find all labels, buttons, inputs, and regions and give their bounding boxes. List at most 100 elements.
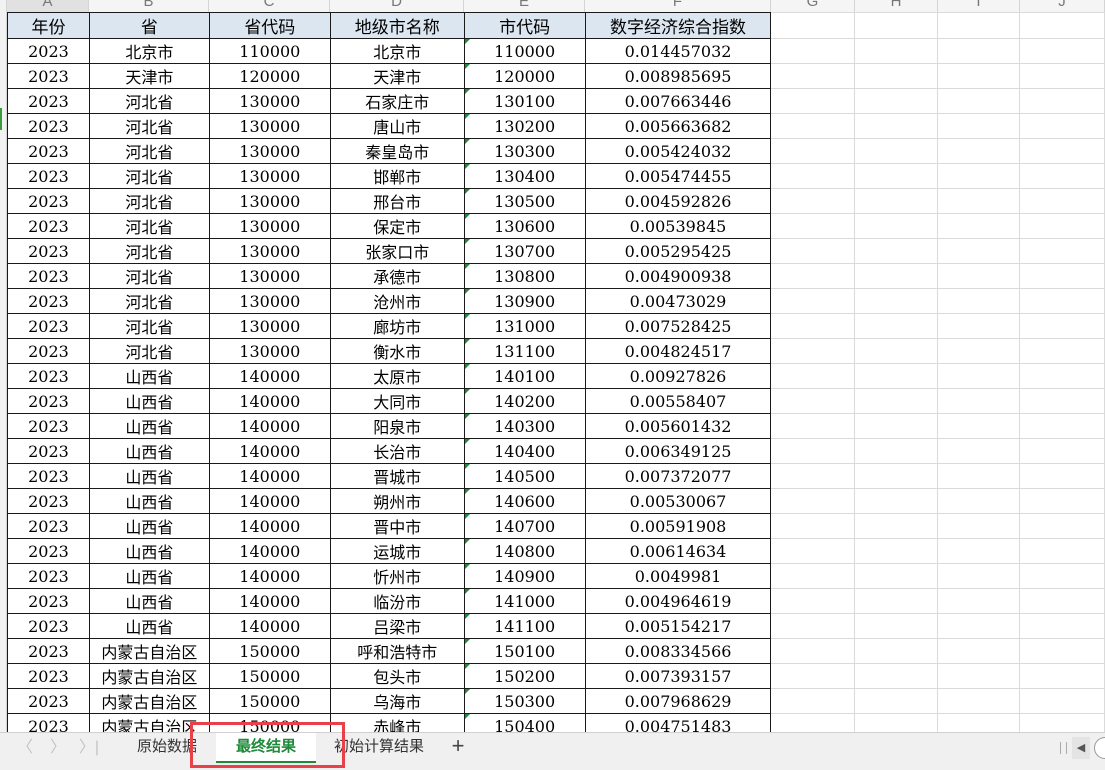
table-cell[interactable]: 140000 xyxy=(208,538,331,564)
table-cell[interactable]: 河北省 xyxy=(88,163,210,189)
empty-cell[interactable] xyxy=(937,588,1021,614)
table-cell[interactable]: 130000 xyxy=(208,138,331,164)
empty-cell[interactable] xyxy=(937,12,1021,39)
table-cell[interactable]: 2023 xyxy=(7,363,90,389)
empty-cell[interactable] xyxy=(937,38,1021,64)
table-cell[interactable]: 2023 xyxy=(7,288,90,314)
empty-cell[interactable] xyxy=(770,288,856,314)
empty-cell[interactable] xyxy=(770,63,856,89)
empty-cell[interactable] xyxy=(854,263,939,289)
empty-cell[interactable] xyxy=(937,213,1021,239)
first-sheet-icon[interactable]: 〈 xyxy=(14,737,36,759)
table-cell[interactable]: 2023 xyxy=(7,213,90,239)
table-cell[interactable]: 131000 xyxy=(463,313,586,339)
table-cell[interactable]: 130600 xyxy=(463,213,586,239)
table-cell[interactable]: 河北省 xyxy=(88,263,210,289)
table-cell[interactable]: 141100 xyxy=(463,613,586,639)
table-cell[interactable]: 0.005601432 xyxy=(584,413,772,439)
table-cell[interactable]: 0.007663446 xyxy=(584,88,772,114)
scroll-split-handle-icon[interactable] xyxy=(1060,742,1067,754)
table-cell[interactable]: 140400 xyxy=(463,438,586,464)
table-cell[interactable]: 0.005295425 xyxy=(584,238,772,264)
table-cell[interactable]: 140000 xyxy=(208,413,331,439)
table-cell[interactable]: 2023 xyxy=(7,613,90,639)
table-cell[interactable]: 山西省 xyxy=(88,463,210,489)
table-cell[interactable]: 110000 xyxy=(208,38,331,64)
empty-cell[interactable] xyxy=(937,88,1021,114)
table-cell[interactable]: 大同市 xyxy=(329,388,465,414)
table-cell[interactable]: 130400 xyxy=(463,163,586,189)
table-cell[interactable]: 2023 xyxy=(7,263,90,289)
column-header-b[interactable]: B xyxy=(89,0,209,12)
table-cell[interactable]: 0.008985695 xyxy=(584,63,772,89)
empty-cell[interactable] xyxy=(770,713,856,732)
empty-cell[interactable] xyxy=(937,463,1021,489)
table-cell[interactable]: 0.007968629 xyxy=(584,688,772,714)
empty-cell[interactable] xyxy=(1019,438,1105,464)
empty-cell[interactable] xyxy=(770,663,856,689)
empty-cell[interactable] xyxy=(1019,388,1105,414)
table-cell[interactable]: 山西省 xyxy=(88,438,210,464)
empty-cell[interactable] xyxy=(854,163,939,189)
empty-cell[interactable] xyxy=(1019,12,1105,39)
header-cell[interactable]: 地级市名称 xyxy=(329,12,465,39)
empty-cell[interactable] xyxy=(937,238,1021,264)
empty-cell[interactable] xyxy=(937,188,1021,214)
table-cell[interactable]: 130000 xyxy=(208,313,331,339)
empty-cell[interactable] xyxy=(770,313,856,339)
table-cell[interactable]: 0.00614634 xyxy=(584,538,772,564)
table-cell[interactable]: 内蒙古自治区 xyxy=(88,713,210,732)
empty-cell[interactable] xyxy=(1019,38,1105,64)
empty-cell[interactable] xyxy=(770,263,856,289)
empty-cell[interactable] xyxy=(854,288,939,314)
table-cell[interactable]: 140000 xyxy=(208,438,331,464)
table-cell[interactable]: 0.00530067 xyxy=(584,488,772,514)
table-cell[interactable]: 2023 xyxy=(7,163,90,189)
table-cell[interactable]: 山西省 xyxy=(88,538,210,564)
table-cell[interactable]: 110000 xyxy=(463,38,586,64)
table-cell[interactable]: 山西省 xyxy=(88,488,210,514)
table-cell[interactable]: 130200 xyxy=(463,113,586,139)
empty-cell[interactable] xyxy=(854,488,939,514)
table-cell[interactable]: 0.005474455 xyxy=(584,163,772,189)
table-cell[interactable]: 2023 xyxy=(7,313,90,339)
empty-cell[interactable] xyxy=(854,463,939,489)
table-cell[interactable]: 0.004824517 xyxy=(584,338,772,364)
header-cell[interactable]: 数字经济综合指数 xyxy=(584,12,772,39)
empty-cell[interactable] xyxy=(937,688,1021,714)
table-cell[interactable]: 140000 xyxy=(208,588,331,614)
empty-cell[interactable] xyxy=(1019,688,1105,714)
table-cell[interactable]: 150000 xyxy=(208,638,331,664)
table-cell[interactable]: 140000 xyxy=(208,513,331,539)
table-cell[interactable]: 2023 xyxy=(7,63,90,89)
table-cell[interactable]: 河北省 xyxy=(88,238,210,264)
table-cell[interactable]: 2023 xyxy=(7,388,90,414)
empty-cell[interactable] xyxy=(770,88,856,114)
column-header-e[interactable]: E xyxy=(464,0,585,12)
empty-cell[interactable] xyxy=(770,188,856,214)
table-cell[interactable]: 130000 xyxy=(208,88,331,114)
empty-cell[interactable] xyxy=(770,363,856,389)
empty-cell[interactable] xyxy=(1019,663,1105,689)
table-cell[interactable]: 河北省 xyxy=(88,288,210,314)
empty-cell[interactable] xyxy=(854,713,939,732)
empty-cell[interactable] xyxy=(770,163,856,189)
table-cell[interactable]: 140600 xyxy=(463,488,586,514)
empty-cell[interactable] xyxy=(1019,163,1105,189)
empty-cell[interactable] xyxy=(770,12,856,39)
sheet-tab[interactable]: 最终结果 xyxy=(216,733,316,763)
table-cell[interactable]: 130700 xyxy=(463,238,586,264)
empty-cell[interactable] xyxy=(770,688,856,714)
empty-cell[interactable] xyxy=(1019,88,1105,114)
empty-cell[interactable] xyxy=(770,588,856,614)
table-cell[interactable]: 0.005663682 xyxy=(584,113,772,139)
empty-cell[interactable] xyxy=(937,138,1021,164)
table-cell[interactable]: 130000 xyxy=(208,238,331,264)
table-cell[interactable]: 沧州市 xyxy=(329,288,465,314)
table-cell[interactable]: 150300 xyxy=(463,688,586,714)
table-cell[interactable]: 山西省 xyxy=(88,588,210,614)
empty-cell[interactable] xyxy=(937,363,1021,389)
table-cell[interactable]: 邢台市 xyxy=(329,188,465,214)
empty-cell[interactable] xyxy=(1019,288,1105,314)
empty-cell[interactable] xyxy=(1019,513,1105,539)
